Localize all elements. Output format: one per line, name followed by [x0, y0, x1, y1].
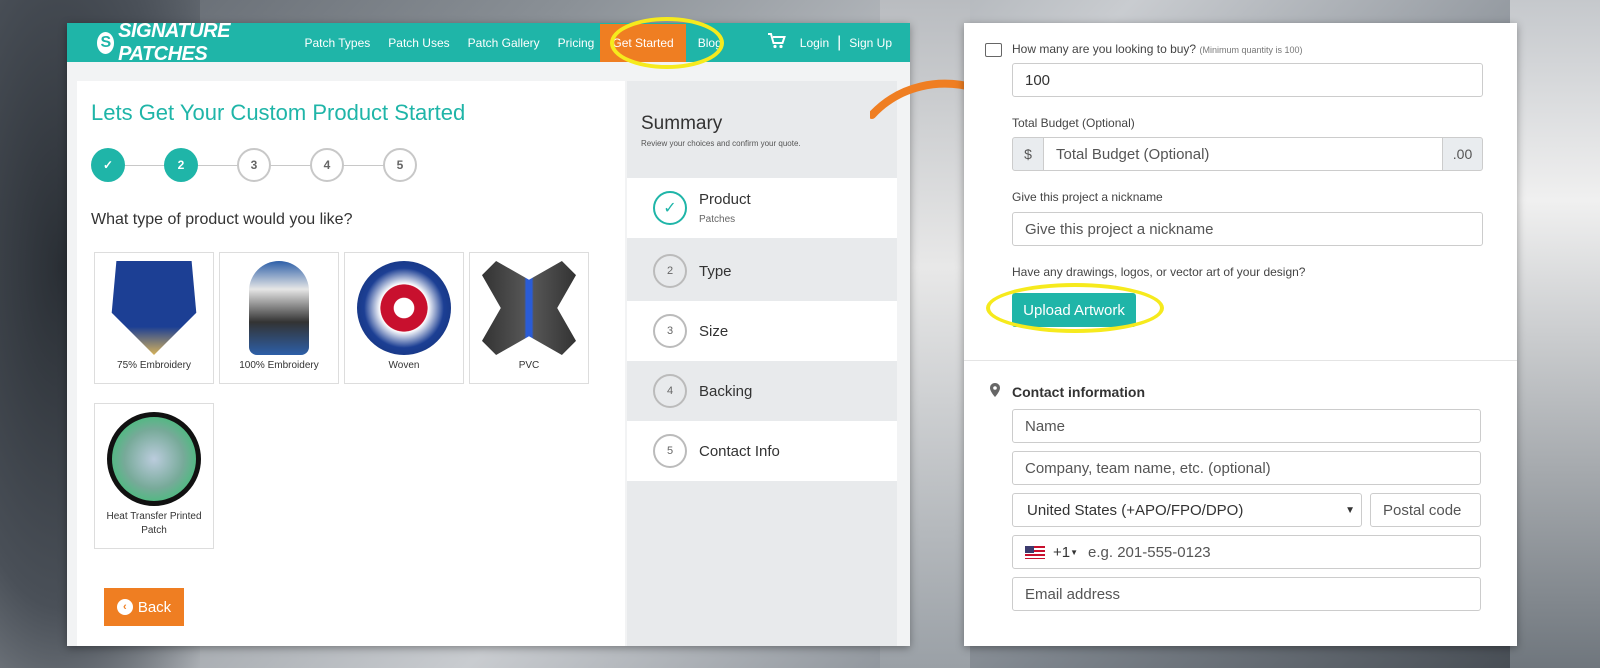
budget-input[interactable]	[1043, 137, 1443, 171]
qty-hint: (Minimum quantity is 100)	[1199, 45, 1303, 55]
round-woven-patch-icon	[357, 261, 451, 355]
dollar-addon: $	[1012, 137, 1044, 171]
map-pin-icon	[990, 383, 1000, 400]
step-number: 2	[653, 254, 687, 288]
qty-label-text: How many are you looking to buy?	[1012, 42, 1197, 56]
product-wizard-window: S SIGNATURE PATCHES Patch Types Patch Us…	[67, 20, 910, 646]
product-step-card: Lets Get Your Custom Product Started ✓ 2…	[77, 81, 625, 646]
postal-code-input[interactable]	[1370, 493, 1481, 527]
stormtrooper-patch-icon	[249, 261, 309, 355]
nav-link-patch-gallery[interactable]: Patch Gallery	[468, 36, 540, 50]
product-option-100-embroidery[interactable]: 100% Embroidery	[219, 252, 339, 384]
nav-link-patch-uses[interactable]: Patch Uses	[388, 36, 449, 50]
name-input[interactable]	[1012, 409, 1481, 443]
product-option-heat-transfer[interactable]: Heat Transfer Printed Patch	[94, 403, 214, 549]
quote-form-panel: How many are you looking to buy? (Minimu…	[964, 23, 1517, 646]
product-label: 100% Embroidery	[239, 360, 319, 371]
progress-stepper: ✓ 2 3 4 5	[91, 148, 421, 182]
summary-item-product[interactable]: ✓ Product Patches	[627, 178, 897, 238]
summary-item-type[interactable]: 2 Type	[627, 241, 897, 301]
highlight-upload-artwork	[986, 283, 1164, 333]
product-label: Heat Transfer Printed Patch	[106, 511, 202, 536]
product-option-pvc[interactable]: PVC	[469, 252, 589, 384]
summary-subtitle: Review your choices and confirm your quo…	[641, 139, 801, 148]
us-flag-icon	[1025, 545, 1045, 559]
country-value: United States (+APO/FPO/DPO)	[1027, 501, 1244, 519]
product-label: Woven	[388, 360, 420, 371]
product-option-woven[interactable]: Woven	[344, 252, 464, 384]
summary-label: Backing	[699, 382, 753, 400]
check-icon: ✓	[653, 191, 687, 225]
phone-field[interactable]: +1 ▼ e.g. 201-555-0123	[1012, 535, 1481, 569]
summary-label: Type	[699, 262, 732, 280]
summary-label: Contact Info	[699, 442, 780, 460]
photo-patch-icon	[107, 412, 201, 506]
highlight-get-started	[610, 17, 724, 69]
step-5[interactable]: 5	[383, 148, 417, 182]
summary-panel: Summary Review your choices and confirm …	[627, 81, 897, 646]
summary-title: Summary	[641, 113, 723, 134]
product-option-75-embroidery[interactable]: 75% Embroidery	[94, 252, 214, 384]
summary-item-backing[interactable]: 4 Backing	[627, 361, 897, 421]
quantity-input[interactable]	[1012, 63, 1483, 97]
phone-placeholder: e.g. 201-555-0123	[1088, 543, 1211, 561]
nav-link-patch-types[interactable]: Patch Types	[304, 36, 370, 50]
logo-s-icon: S	[97, 31, 115, 54]
artwork-label: Have any drawings, logos, or vector art …	[1012, 265, 1306, 279]
step-4[interactable]: 4	[310, 148, 344, 182]
section-divider	[964, 360, 1517, 361]
page-title: Lets Get Your Custom Product Started	[91, 100, 466, 125]
background-shape	[1510, 0, 1600, 668]
step-number: 3	[653, 314, 687, 348]
cents-addon: .00	[1442, 137, 1483, 171]
summary-label: Size	[699, 322, 729, 340]
step-number: 4	[653, 374, 687, 408]
pvc-skull-patch-icon	[482, 261, 576, 355]
country-select[interactable]: United States (+APO/FPO/DPO) ▼	[1012, 493, 1362, 527]
step-2[interactable]: 2	[164, 148, 198, 182]
nav-link-signup[interactable]: Sign Up	[849, 36, 892, 50]
product-label: PVC	[518, 360, 540, 371]
qty-label: How many are you looking to buy? (Minimu…	[1012, 42, 1303, 56]
email-input[interactable]	[1012, 577, 1481, 611]
step-3[interactable]: 3	[237, 148, 271, 182]
product-question: What type of product would you like?	[91, 211, 353, 228]
image-icon	[985, 43, 1002, 57]
summary-value: Patches	[699, 214, 736, 225]
nav-separator: |	[837, 33, 842, 51]
summary-item-contact-info[interactable]: 5 Contact Info	[627, 421, 897, 481]
top-navbar: S SIGNATURE PATCHES Patch Types Patch Us…	[67, 20, 910, 65]
nickname-input[interactable]	[1012, 212, 1483, 246]
contact-title: Contact information	[1012, 384, 1145, 400]
step-1[interactable]: ✓	[91, 148, 125, 182]
chevron-left-icon: ‹	[116, 599, 133, 615]
step-number: 5	[653, 434, 687, 468]
nickname-label: Give this project a nickname	[1012, 190, 1163, 204]
budget-label: Total Budget (Optional)	[1012, 116, 1135, 130]
nav-link-login[interactable]: Login	[800, 36, 829, 50]
back-button[interactable]: ‹ Back	[104, 588, 184, 626]
logo-text: SIGNATURE PATCHES	[118, 19, 230, 65]
caret-down-icon: ▼	[1345, 504, 1355, 516]
caret-down-icon: ▼	[1070, 547, 1079, 557]
shield-patch-icon	[111, 261, 197, 355]
summary-label: Product	[699, 191, 751, 208]
company-input[interactable]	[1012, 451, 1481, 485]
cart-icon[interactable]	[767, 32, 786, 53]
back-label: Back	[137, 598, 172, 616]
nav-link-pricing[interactable]: Pricing	[558, 36, 595, 50]
summary-item-size[interactable]: 3 Size	[627, 301, 897, 361]
product-label: 75% Embroidery	[117, 360, 191, 371]
phone-country-code[interactable]: +1	[1053, 544, 1070, 561]
site-logo[interactable]: S SIGNATURE PATCHES	[97, 20, 278, 66]
